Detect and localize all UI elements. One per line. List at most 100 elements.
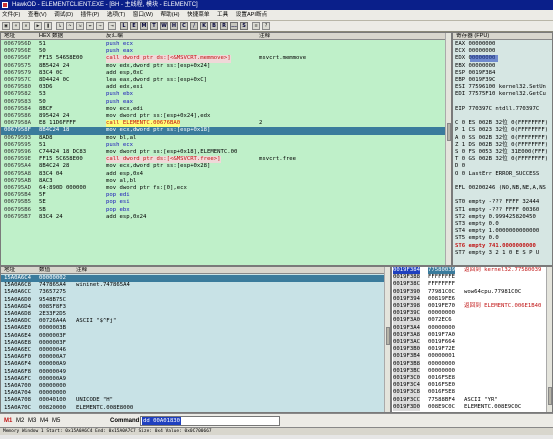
- close-icon[interactable]: ✕: [22, 22, 30, 30]
- dump-row[interactable]: 15A0A708 00040100 UNICODE "H": [1, 397, 386, 404]
- register-line[interactable]: A 0 SS 002B 32位 0(FFFFFFFF): [453, 135, 552, 142]
- register-line[interactable]: P 1 CS 0023 32位 0(FFFFFFFF): [453, 127, 552, 134]
- step-into-icon[interactable]: ↳: [56, 22, 64, 30]
- register-line[interactable]: EIP 770397C ntdll.770397C: [453, 106, 552, 113]
- disassembly-row[interactable]: 006795B4 5F pop edi: [1, 192, 447, 199]
- stack-row[interactable]: 0019F3A4 00000000: [392, 324, 547, 332]
- disassembly-row[interactable]: 0067958A E8 11D6FFFF call ELEMENTC.00676BA…: [1, 120, 447, 128]
- register-line[interactable]: ST1 empty -??? FFFF 00360: [453, 207, 552, 214]
- dump-col-value[interactable]: 数值: [39, 267, 50, 274]
- menu-debug[interactable]: 调试(D): [54, 10, 73, 20]
- stack-row[interactable]: 0019F39C 00000000: [392, 310, 547, 318]
- disassembly-row[interactable]: 00679595 51 push ecx: [1, 142, 447, 149]
- register-line[interactable]: ESP 0019F384: [453, 70, 552, 77]
- list-icon[interactable]: ≡: [252, 22, 260, 30]
- disassembly-row[interactable]: 00679593 8AD8 mov bl,al: [1, 135, 447, 142]
- stack-row[interactable]: 0019F3C4 0016F5E0: [392, 382, 547, 390]
- stack-row[interactable]: 0019F3C0 0016F5E8: [392, 375, 547, 383]
- dump-row[interactable]: 15A0A704 00000000: [1, 390, 386, 397]
- col-disassembly[interactable]: 反汇编: [106, 33, 123, 40]
- tab-m1[interactable]: M1: [4, 414, 12, 428]
- breakpoints-window-button[interactable]: B: [210, 22, 218, 30]
- dump-row[interactable]: 15A0A70C 00820000 ELEMENTC.008E8000: [1, 405, 386, 412]
- dump-row[interactable]: 15A0A6CC 73657275: [1, 289, 386, 296]
- register-line[interactable]: ST0 empty -??? FFFF 32444: [453, 199, 552, 206]
- stack-row[interactable]: 0019F3BC 00000000: [392, 367, 547, 375]
- register-line[interactable]: [453, 99, 552, 106]
- dump-scroll-thumb[interactable]: [386, 327, 390, 345]
- dump-row[interactable]: 15A0A6E4 0000003F: [1, 333, 386, 340]
- stack-row[interactable]: 0019F390 77981C0C wow64cpu.77981C0C: [392, 288, 547, 296]
- log-window-button[interactable]: L: [120, 22, 128, 30]
- register-line[interactable]: D 0: [453, 163, 552, 170]
- disassembly-row[interactable]: 00679586 895424 24 mov dword ptr ss:[esp+0…: [1, 113, 447, 120]
- goto-icon[interactable]: ⇥: [108, 22, 116, 30]
- register-line[interactable]: [453, 192, 552, 199]
- register-line[interactable]: EBX 00000000: [453, 63, 552, 70]
- disassembly-row[interactable]: 00679583 50 push eax: [1, 99, 447, 106]
- run-trace-window-button[interactable]: ...: [230, 22, 238, 30]
- disassembly-row[interactable]: 006795B6 5B pop ebx: [1, 207, 447, 214]
- command-input[interactable]: dd 00A01830: [140, 416, 280, 426]
- stack-row[interactable]: 0019F3D0 008E9C0C ELEMENTC.008E9C0C: [392, 403, 547, 411]
- col-comment[interactable]: 注释: [259, 33, 270, 40]
- register-line[interactable]: EDX 00000000: [453, 55, 552, 62]
- scroll-thumb[interactable]: [447, 123, 451, 141]
- run-icon[interactable]: ▶: [34, 22, 42, 30]
- stack-row[interactable]: 0019F3B0 0019F72E: [392, 346, 547, 354]
- register-line[interactable]: ST3 empty 0.0: [453, 221, 552, 228]
- register-line[interactable]: Z 1 DS 002B 32位 0(FFFFFFFF): [453, 142, 552, 149]
- dump-row[interactable]: 15A0A6E8 0000003F: [1, 340, 386, 347]
- register-line[interactable]: EBP 0019F39C: [453, 77, 552, 84]
- trace-over-icon[interactable]: ⇴: [86, 22, 94, 30]
- dump-row[interactable]: 15A0A700 00000000: [1, 383, 386, 390]
- dump-col-comment[interactable]: 注释: [76, 267, 87, 274]
- disassembly-row[interactable]: 006795AD 64:890D 000000 mov dword ptr fs:[…: [1, 185, 447, 192]
- stack-scrollbar[interactable]: [546, 267, 552, 412]
- stack-row[interactable]: 0019F3CC 77588BF4 ASCII "YR": [392, 396, 547, 404]
- register-line[interactable]: O 0 LastErr ERROR_SUCCESS: [453, 171, 552, 178]
- restart-icon[interactable]: «: [12, 22, 20, 30]
- register-line[interactable]: [453, 178, 552, 185]
- stack-row[interactable]: 0019F3A8 0019F7A0: [392, 331, 547, 339]
- disassembly-row[interactable]: 006795B7 83C4 24 add esp,0x24: [1, 214, 447, 221]
- register-line[interactable]: ST5 empty 0.0: [453, 235, 552, 242]
- disassembly-scrollbar[interactable]: [445, 33, 451, 265]
- tab-m4[interactable]: M4: [40, 414, 48, 428]
- menu-options[interactable]: 选项(T): [107, 10, 125, 20]
- disassembly-row[interactable]: 00679579 83C4 0C add esp,0xC: [1, 70, 447, 77]
- stack-scroll-thumb[interactable]: [548, 387, 552, 405]
- disassembly-row[interactable]: 00679582 53 push ebx: [1, 91, 447, 98]
- callstack-window-button[interactable]: K: [200, 22, 208, 30]
- menu-file[interactable]: 文件(F): [2, 10, 20, 20]
- disassembly-row[interactable]: 006795A4 8B4C24 28 mov ecx,dword ptr ss:[e…: [1, 163, 447, 170]
- execute-till-return-icon[interactable]: →: [96, 22, 104, 30]
- trace-into-icon[interactable]: ⇲: [76, 22, 84, 30]
- threads-window-button[interactable]: T: [150, 22, 158, 30]
- stack-row[interactable]: 0019F394 00819FE6: [392, 295, 547, 303]
- step-over-icon[interactable]: ↷: [66, 22, 74, 30]
- register-line[interactable]: T 0 GS 002B 32位 0(FFFFFFFF): [453, 156, 552, 163]
- disassembly-row[interactable]: 0067959E FF15 5C658E00 call dword ptr ds:[…: [1, 156, 447, 164]
- stack-row[interactable]: 0019F3C8 0016F5E8: [392, 389, 547, 397]
- tab-m3[interactable]: M3: [28, 414, 36, 428]
- source-window-button[interactable]: S: [240, 22, 248, 30]
- dump-row[interactable]: 15A0A6C8 747865A4 wininet.747865A4: [1, 282, 386, 289]
- disassembly-row[interactable]: 0067958F 8B4C24 18 mov ecx,dword ptr ss:[e…: [1, 127, 447, 135]
- handles-window-button[interactable]: H: [170, 22, 178, 30]
- disassembly-row[interactable]: 0067957C 8D4424 0C lea eax,dword ptr ss:[e…: [1, 77, 447, 84]
- stack-row[interactable]: 0019F3AC 0019F664: [392, 339, 547, 347]
- open-icon[interactable]: ▣: [2, 22, 10, 30]
- memory-window-button[interactable]: M: [140, 22, 148, 30]
- dump-col-address[interactable]: 地址: [4, 267, 15, 274]
- register-line[interactable]: EFL 00200246 (NO,NB,NE,A,NS: [453, 185, 552, 192]
- disassembly-row[interactable]: 00679596 C74424 18 DC83 mov dword ptr ss:[…: [1, 149, 447, 156]
- menu-window[interactable]: 窗口(W): [133, 10, 153, 20]
- menu-tools[interactable]: 工具: [217, 10, 228, 20]
- command-input-value[interactable]: dd 00A01830: [142, 417, 182, 425]
- register-line[interactable]: EAX 00000000: [453, 41, 552, 48]
- disassembly-row[interactable]: 00679580 03D6 add edx,esi: [1, 84, 447, 91]
- disassembly-row[interactable]: 006795B5 5E pop esi: [1, 199, 447, 206]
- stack-row[interactable]: 0019F384 77580039 返回到 kernel32.77580039: [392, 267, 547, 275]
- disassembly-row[interactable]: 00679584 8BCF mov ecx,edi: [1, 106, 447, 113]
